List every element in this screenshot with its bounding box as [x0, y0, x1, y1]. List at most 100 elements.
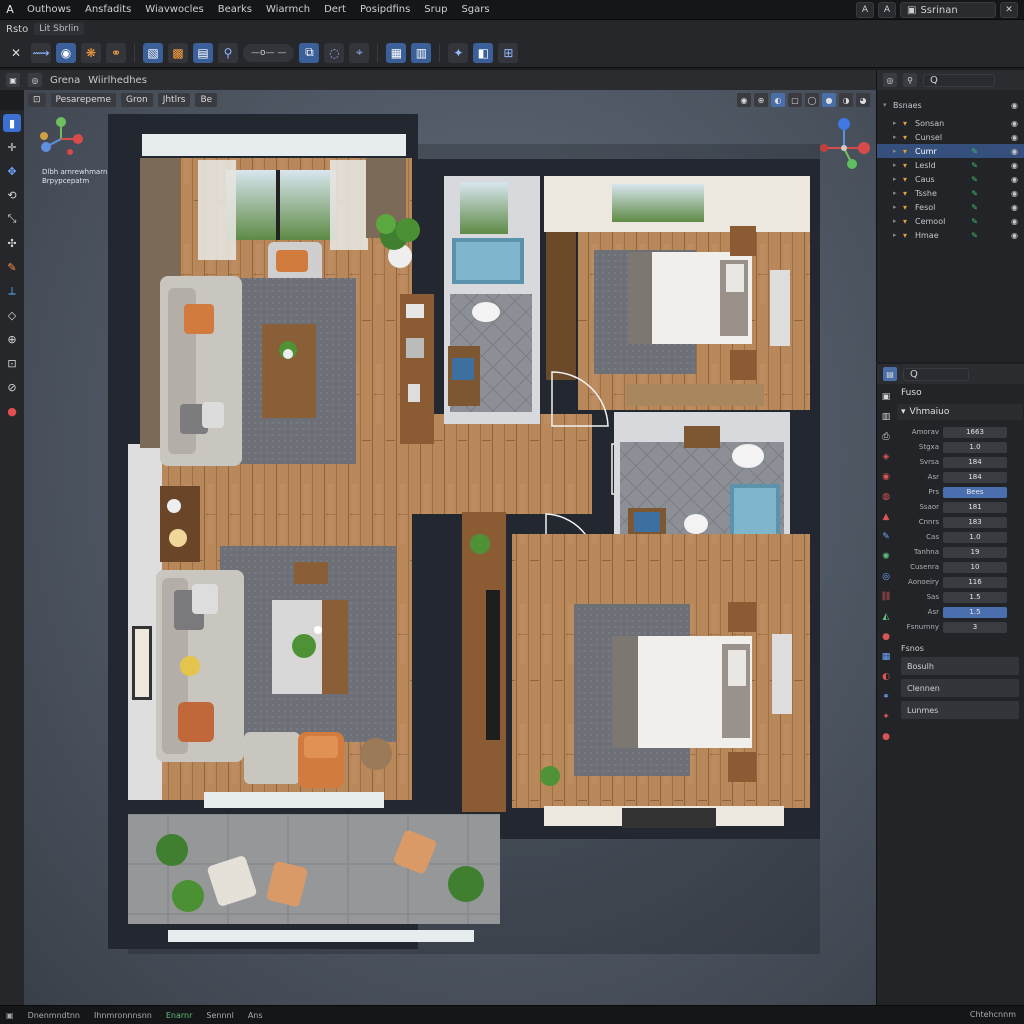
- prop-button-3[interactable]: Lunmes: [901, 701, 1019, 719]
- workspace-button[interactable]: A: [856, 2, 874, 18]
- prop-field-11-value[interactable]: 116: [943, 576, 1007, 588]
- rotate-tool-icon[interactable]: ⟲: [3, 186, 21, 204]
- frame-icon[interactable]: ▧: [143, 42, 163, 63]
- image-icon[interactable]: ▤: [193, 42, 213, 63]
- add-chip[interactable]: Be: [195, 93, 218, 107]
- select-chip[interactable]: Jhtlrs: [157, 93, 191, 107]
- scene-tab-icon[interactable]: ◉: [879, 470, 893, 484]
- properties-search-input[interactable]: Q: [903, 367, 969, 381]
- visibility-icon[interactable]: ◉: [1011, 189, 1018, 198]
- outliner-item-5[interactable]: ▸ ▾ Caus ✎ ◉: [877, 172, 1024, 186]
- modifier-icon[interactable]: ✎: [971, 147, 978, 156]
- floor-plan-render[interactable]: [108, 114, 820, 954]
- prop-field-9-value[interactable]: 19: [943, 546, 1007, 558]
- xray-icon[interactable]: ▢: [788, 93, 802, 107]
- camera-tab-icon[interactable]: ⚭: [879, 690, 893, 704]
- prop-field-2-value[interactable]: 1.0: [943, 441, 1007, 453]
- close-tool-icon[interactable]: ✕: [6, 43, 26, 63]
- add-cube-icon[interactable]: ◇: [3, 306, 21, 324]
- measure-tool-icon[interactable]: ⟂: [3, 282, 21, 300]
- modifier-icon[interactable]: ✎: [971, 217, 978, 226]
- orientation-gizmo-icon[interactable]: [818, 114, 870, 174]
- prop-button-1[interactable]: Bosulh: [901, 657, 1019, 675]
- menu-item-1[interactable]: Outhows: [20, 0, 78, 20]
- world-tab-icon[interactable]: ◍: [879, 490, 893, 504]
- prop-field-8-value[interactable]: 1.0: [943, 531, 1007, 543]
- outliner-item-4[interactable]: ▸ ▾ Lesld ✎ ◉: [877, 158, 1024, 172]
- shading-material-icon[interactable]: ▥: [411, 42, 432, 63]
- properties-type-icon[interactable]: ▤: [883, 367, 897, 381]
- record-icon[interactable]: ●: [3, 402, 21, 420]
- visibility-icon[interactable]: ◉: [1011, 231, 1018, 240]
- expand-icon[interactable]: ▸: [893, 231, 903, 239]
- light-bulb-icon[interactable]: ◉: [56, 42, 76, 63]
- object-tab-icon[interactable]: ▲: [879, 510, 893, 524]
- 3d-viewport[interactable]: ⊡ Pesarepeme Gron Jhtlrs Be ◉ ⊕ ◐ ▢ ◯ ● …: [24, 90, 876, 1005]
- menu-item-4[interactable]: Bearks: [211, 0, 259, 20]
- properties-section-header[interactable]: ▾ Vhmaiuo: [897, 404, 1023, 420]
- tree-icon[interactable]: ⚲: [218, 42, 238, 63]
- constraints-tab-icon[interactable]: ⛓: [879, 590, 893, 604]
- scene-button[interactable]: A: [878, 2, 896, 18]
- data-tab-icon[interactable]: ◭: [879, 610, 893, 624]
- texture-tab-icon[interactable]: ▦: [879, 650, 893, 664]
- snap-pill[interactable]: —o— —: [243, 43, 295, 62]
- visibility-icon[interactable]: ◉: [1011, 217, 1018, 226]
- prop-field-5-value[interactable]: Bees: [943, 486, 1007, 498]
- viewport-menu-2[interactable]: Wiirlhedhes: [88, 75, 147, 86]
- shader-tab-icon[interactable]: ◐: [879, 670, 893, 684]
- outliner-item-2[interactable]: ▸ ▾ Cunsel ◉: [877, 130, 1024, 144]
- outliner-item-1[interactable]: ▸ ▾ Sonsan ◉: [877, 116, 1024, 130]
- prop-field-13-value[interactable]: 1.5: [943, 606, 1007, 618]
- prop-field-4-value[interactable]: 184: [943, 471, 1007, 483]
- record-tab-icon[interactable]: ●: [879, 730, 893, 744]
- prop-field-3-value[interactable]: 184: [943, 456, 1007, 468]
- bevel-icon[interactable]: ⊘: [3, 378, 21, 396]
- material-tab-icon[interactable]: ●: [879, 630, 893, 644]
- extrude-icon[interactable]: ⊕: [3, 330, 21, 348]
- modifier-icon[interactable]: ✎: [971, 203, 978, 212]
- outliner-item-3[interactable]: ▸ ▾ Cumr ✎ ◉: [877, 144, 1024, 158]
- modifier-icon[interactable]: ✎: [971, 175, 978, 184]
- wire-shading-icon[interactable]: ◯: [805, 93, 819, 107]
- prop-field-14-value[interactable]: 3: [943, 621, 1007, 633]
- snap-icon[interactable]: ⧉: [299, 42, 320, 63]
- layout-chip[interactable]: Lit Sbrlin: [34, 23, 84, 35]
- close-icon[interactable]: ✕: [1000, 2, 1018, 18]
- overlay-icon[interactable]: ◧: [473, 42, 494, 63]
- outliner-item-7[interactable]: ▸ ▾ Fesol ✎ ◉: [877, 200, 1024, 214]
- annotate-tool-icon[interactable]: ✎: [3, 258, 21, 276]
- material-shading-icon[interactable]: ◑: [839, 93, 853, 107]
- rendered-shading-icon[interactable]: ◕: [856, 93, 870, 107]
- particles-tab-icon[interactable]: ✺: [879, 550, 893, 564]
- render-icon[interactable]: ❋: [81, 42, 101, 63]
- menu-item-7[interactable]: Posipdfins: [353, 0, 417, 20]
- transform-arrows-icon[interactable]: ⟿: [31, 42, 51, 63]
- prop-field-10-value[interactable]: 10: [943, 561, 1007, 573]
- visibility-icon[interactable]: ◉: [1011, 175, 1018, 184]
- expand-icon[interactable]: ▸: [893, 203, 903, 211]
- menu-item-9[interactable]: Sgars: [454, 0, 496, 20]
- inset-icon[interactable]: ⊡: [3, 354, 21, 372]
- scene-selector[interactable]: ▣ Ssrinan: [900, 2, 996, 18]
- proportional-icon[interactable]: ◌: [324, 42, 345, 63]
- view-icon[interactable]: ◎: [28, 73, 42, 87]
- outliner-item-8[interactable]: ▸ ▾ Cemool ✎ ◉: [877, 214, 1024, 228]
- app-logo-icon[interactable]: A: [0, 3, 20, 16]
- prop-field-7-value[interactable]: 183: [943, 516, 1007, 528]
- expand-icon[interactable]: ▸: [893, 217, 903, 225]
- view-chip[interactable]: Gron: [121, 93, 153, 107]
- menu-item-3[interactable]: Wiavwocles: [138, 0, 210, 20]
- visibility-icon[interactable]: ◉: [1011, 147, 1018, 156]
- menu-item-8[interactable]: Srup: [417, 0, 454, 20]
- expand-icon[interactable]: ▸: [893, 189, 903, 197]
- outliner-type-icon[interactable]: ◎: [883, 73, 897, 87]
- move-tool-icon[interactable]: ✥: [3, 162, 21, 180]
- expand-icon[interactable]: ▸: [893, 161, 903, 169]
- visibility-icon[interactable]: ◉: [1011, 119, 1018, 128]
- editor-type-icon[interactable]: ▣: [6, 73, 20, 87]
- modifier-icon[interactable]: ✎: [971, 231, 978, 240]
- transform-tool-icon[interactable]: ✣: [3, 234, 21, 252]
- view-layer-tab-icon[interactable]: ◈: [879, 450, 893, 464]
- navigation-gizmo-icon[interactable]: [38, 116, 84, 162]
